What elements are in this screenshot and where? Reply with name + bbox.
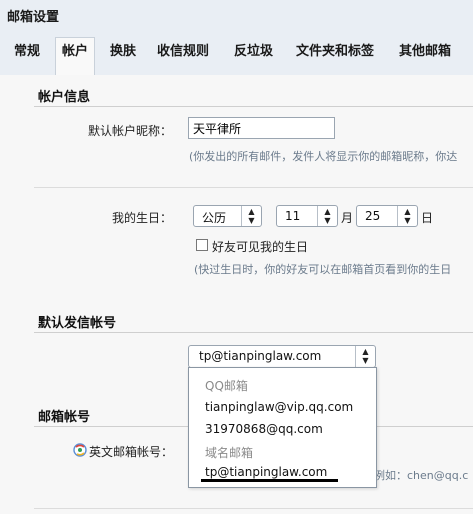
tab-mail-rules[interactable]: 收信规则: [157, 41, 209, 75]
tab-folders-labels[interactable]: 文件夹和标签: [296, 41, 374, 75]
selection-underline: [201, 479, 338, 482]
default-sender-dropdown: QQ邮箱 tianpinglaw@vip.qq.com 31970868@qq.…: [188, 367, 377, 488]
chevron-updown-icon: ▲ ▼: [317, 206, 337, 226]
english-account-label: 英文邮箱帐号：: [89, 445, 174, 459]
divider: [34, 508, 473, 509]
default-sender-select[interactable]: tp@tianpinglaw.com ▲ ▼: [188, 345, 376, 368]
calendar-type-select[interactable]: 公历 ▲ ▼: [193, 205, 262, 227]
month-select[interactable]: 11 ▲ ▼: [276, 205, 338, 227]
birthday-hint: (快过生日时，你的好友可以在邮箱首页看到你的生日: [194, 263, 452, 276]
tab-general[interactable]: 常规: [14, 41, 40, 75]
page-title: 邮箱设置: [7, 10, 60, 25]
birthday-label: 我的生日：: [112, 211, 173, 225]
divider: [34, 187, 473, 188]
option-qq[interactable]: 31970868@qq.com: [205, 422, 323, 436]
default-sender-section: 默认发信帐号: [34, 308, 473, 333]
birthday-visible-label: 好友可见我的生日: [212, 240, 309, 254]
chevron-updown-icon: ▲ ▼: [397, 206, 417, 226]
option-group-domain: 域名邮箱: [205, 446, 254, 460]
month-unit: 月: [341, 211, 354, 225]
default-sender-value: tp@tianpinglaw.com: [199, 349, 322, 363]
tab-other-mailbox[interactable]: 其他邮箱: [399, 41, 451, 75]
month-value: 11: [285, 209, 301, 223]
english-account-icon: [73, 443, 87, 457]
account-info-section: 帐户信息: [34, 82, 473, 107]
chevron-updown-icon: ▲ ▼: [355, 346, 375, 367]
tab-skin[interactable]: 换肤: [110, 41, 136, 75]
day-unit: 日: [421, 211, 434, 225]
option-group-qq: QQ邮箱: [205, 379, 248, 393]
section-title: 帐户信息: [38, 90, 91, 105]
settings-tabbar: 常规 帐户 换肤 收信规则 反垃圾 文件夹和标签 其他邮箱: [0, 29, 473, 75]
settings-header: 邮箱设置: [0, 0, 473, 29]
english-account-hint: 例如：chen@qq.c: [374, 469, 469, 482]
section-title: 默认发信帐号: [38, 316, 117, 331]
nickname-hint: (你发出的所有邮件，发件人将显示你的邮箱昵称，你达: [189, 150, 458, 163]
section-title: 邮箱帐号: [38, 410, 91, 425]
tab-anti-spam[interactable]: 反垃圾: [234, 41, 273, 75]
nickname-input[interactable]: [188, 117, 335, 139]
birthday-visible-checkbox[interactable]: [196, 239, 208, 251]
calendar-type-value: 公历: [202, 211, 227, 225]
day-select[interactable]: 25 ▲ ▼: [356, 205, 418, 227]
day-value: 25: [365, 209, 381, 223]
tab-account[interactable]: 帐户: [55, 37, 96, 75]
nickname-label: 默认帐户昵称：: [88, 124, 173, 138]
option-domain[interactable]: tp@tianpinglaw.com: [205, 465, 327, 479]
option-vip-qq[interactable]: tianpinglaw@vip.qq.com: [205, 400, 353, 414]
chevron-updown-icon: ▲ ▼: [241, 206, 261, 226]
